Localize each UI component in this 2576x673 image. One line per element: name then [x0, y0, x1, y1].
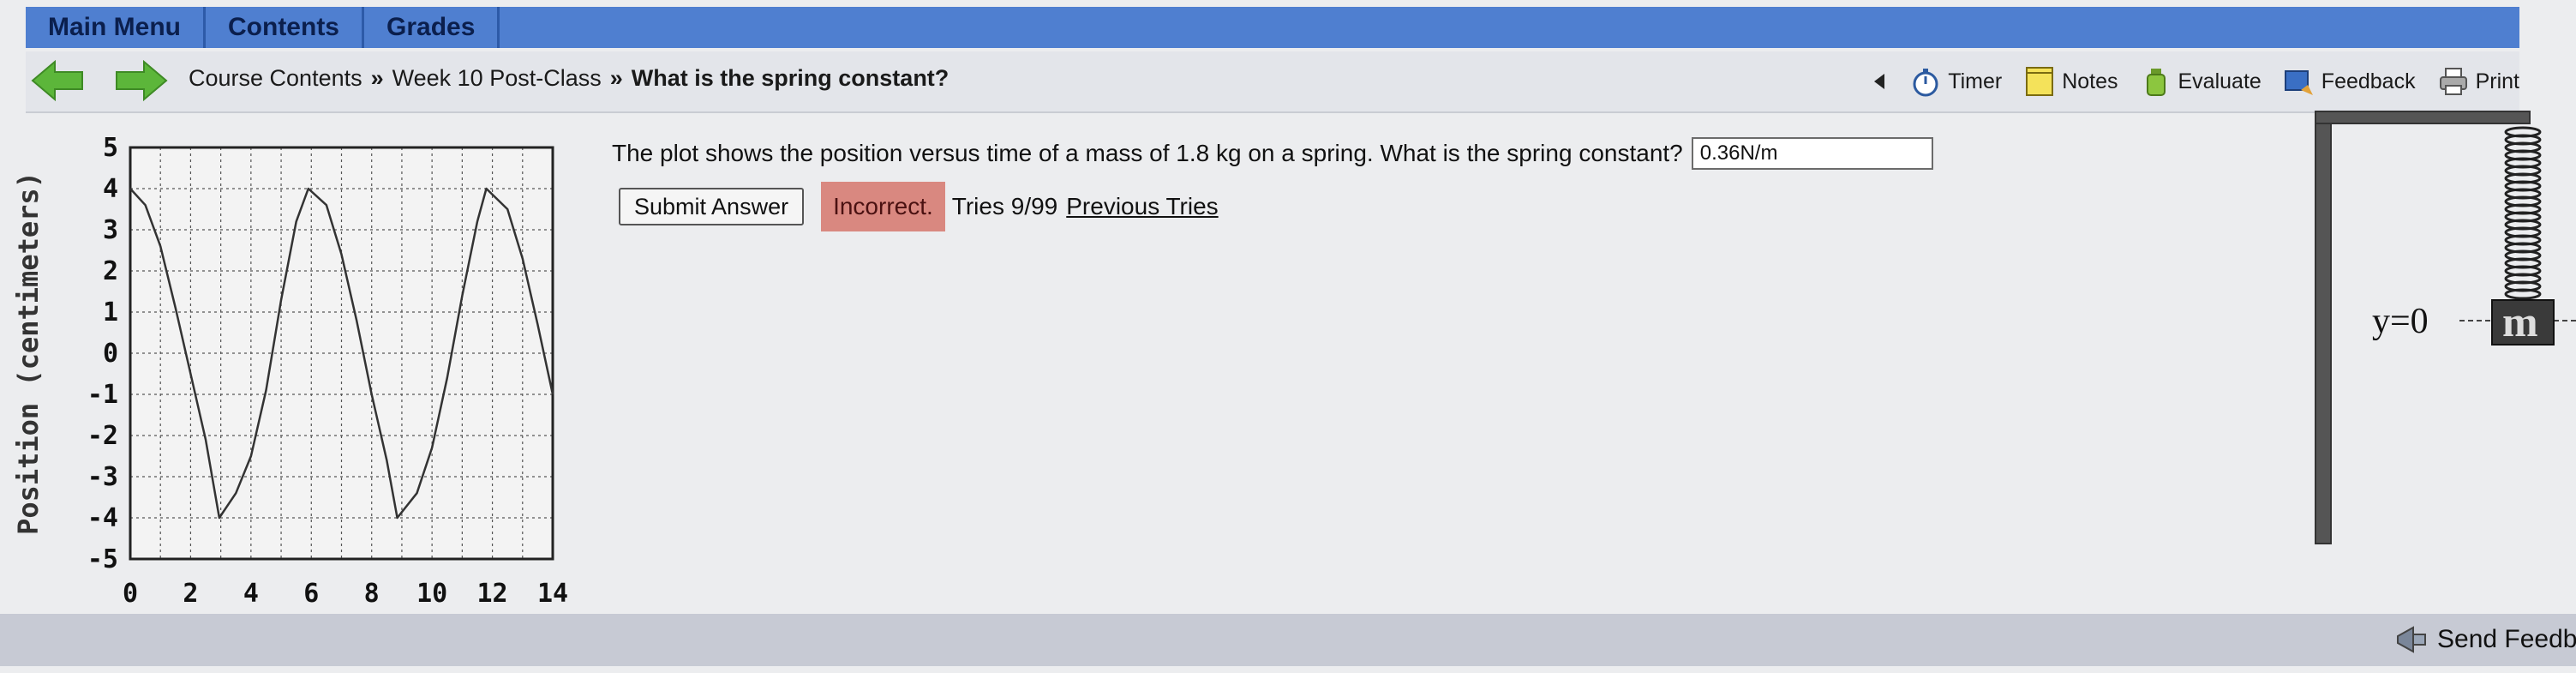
breadcrumb-separator: »	[609, 65, 623, 91]
breadcrumb-separator: »	[370, 65, 384, 91]
y-tick-label: 3	[103, 215, 118, 245]
evaluate-bottle-icon	[2141, 66, 2172, 97]
timer-label: Timer	[1948, 69, 2003, 93]
collapse-left-icon[interactable]	[1871, 71, 1888, 92]
y-tick-label: 4	[103, 174, 118, 204]
tries-counter: Tries 9/99	[951, 193, 1058, 219]
notes-label: Notes	[2062, 69, 2118, 93]
send-feedback-label: Send Feedba	[2437, 625, 2576, 653]
breadcrumb: Course Contents » Week 10 Post-Class » What …	[189, 65, 949, 92]
support-beam	[2315, 111, 2531, 124]
evaluate-label: Evaluate	[2178, 69, 2261, 93]
y-tick-label: -2	[87, 421, 118, 451]
feedback-link[interactable]: Feedback	[2284, 66, 2416, 97]
back-arrow-icon[interactable]	[31, 59, 84, 102]
x-tick-label: 6	[303, 579, 319, 609]
y-tick-label: -5	[87, 544, 118, 574]
x-tick-label: 12	[477, 579, 508, 609]
spring-coil	[2504, 126, 2542, 300]
y-tick-label: 0	[103, 339, 118, 369]
send-feedback-link[interactable]: Send Feedba	[2394, 622, 2576, 657]
print-link[interactable]: Print	[2438, 66, 2519, 97]
printer-icon	[2438, 66, 2469, 97]
main-menu-bar: Main Menu Contents Grades	[26, 7, 2519, 48]
x-tick-label: 4	[243, 579, 259, 609]
feedback-megaphone-icon	[2394, 622, 2429, 657]
y-tick-label: 1	[103, 297, 118, 327]
feedback-label: Feedback	[2321, 69, 2416, 93]
footer-bar: Send Feedba	[0, 614, 2576, 666]
y-tick-label: -4	[87, 503, 118, 533]
x-tick-label: 14	[537, 579, 568, 609]
submit-answer-button[interactable]: Submit Answer	[619, 188, 805, 225]
breadcrumb-current-page: What is the spring constant?	[631, 65, 950, 91]
mass-label: m	[2502, 297, 2538, 346]
support-post	[2315, 114, 2332, 544]
y-tick-label: 5	[103, 133, 118, 163]
breadcrumb-week[interactable]: Week 10 Post-Class	[392, 65, 602, 91]
x-tick-label: 10	[416, 579, 447, 609]
navigation-bar: Course Contents » Week 10 Post-Class » What …	[26, 51, 2519, 113]
print-label: Print	[2475, 69, 2519, 93]
plot-svg: 02468101214543210-1-2-3-4-5Time (seconds…	[12, 133, 568, 660]
y-tick-label: 2	[103, 256, 118, 286]
x-tick-label: 2	[183, 579, 198, 609]
timer-link[interactable]: Timer	[1910, 66, 2002, 97]
position-time-plot: 02468101214543210-1-2-3-4-5Time (seconds…	[0, 120, 600, 669]
menu-contents[interactable]: Contents	[206, 7, 364, 48]
x-tick-label: 8	[364, 579, 380, 609]
notepad-icon	[2024, 66, 2055, 97]
y-tick-label: -3	[87, 462, 118, 492]
feedback-icon	[2284, 66, 2315, 97]
answer-input[interactable]	[1691, 137, 1933, 170]
stopwatch-icon	[1910, 66, 1941, 97]
x-tick-label: 0	[123, 579, 138, 609]
question-row: The plot shows the position versus time …	[612, 137, 1933, 170]
spring-mass-diagram: y=0 m	[2297, 103, 2576, 549]
breadcrumb-course-contents[interactable]: Course Contents	[189, 65, 362, 91]
y-tick-label: -1	[87, 380, 118, 410]
evaluate-link[interactable]: Evaluate	[2141, 66, 2261, 97]
answer-actions: Submit Answer Incorrect. Tries 9/99 Prev…	[619, 182, 1219, 231]
question-text: The plot shows the position versus time …	[612, 140, 1683, 166]
y0-label: y=0	[2372, 302, 2429, 341]
y-axis-title: Position (centimeters)	[12, 171, 45, 535]
previous-tries-link[interactable]: Previous Tries	[1066, 193, 1218, 220]
forward-arrow-icon[interactable]	[115, 59, 168, 102]
menu-main-menu[interactable]: Main Menu	[26, 7, 206, 48]
notes-link[interactable]: Notes	[2024, 66, 2118, 97]
incorrect-status-badge: Incorrect.	[821, 182, 945, 231]
menu-grades[interactable]: Grades	[364, 7, 500, 48]
